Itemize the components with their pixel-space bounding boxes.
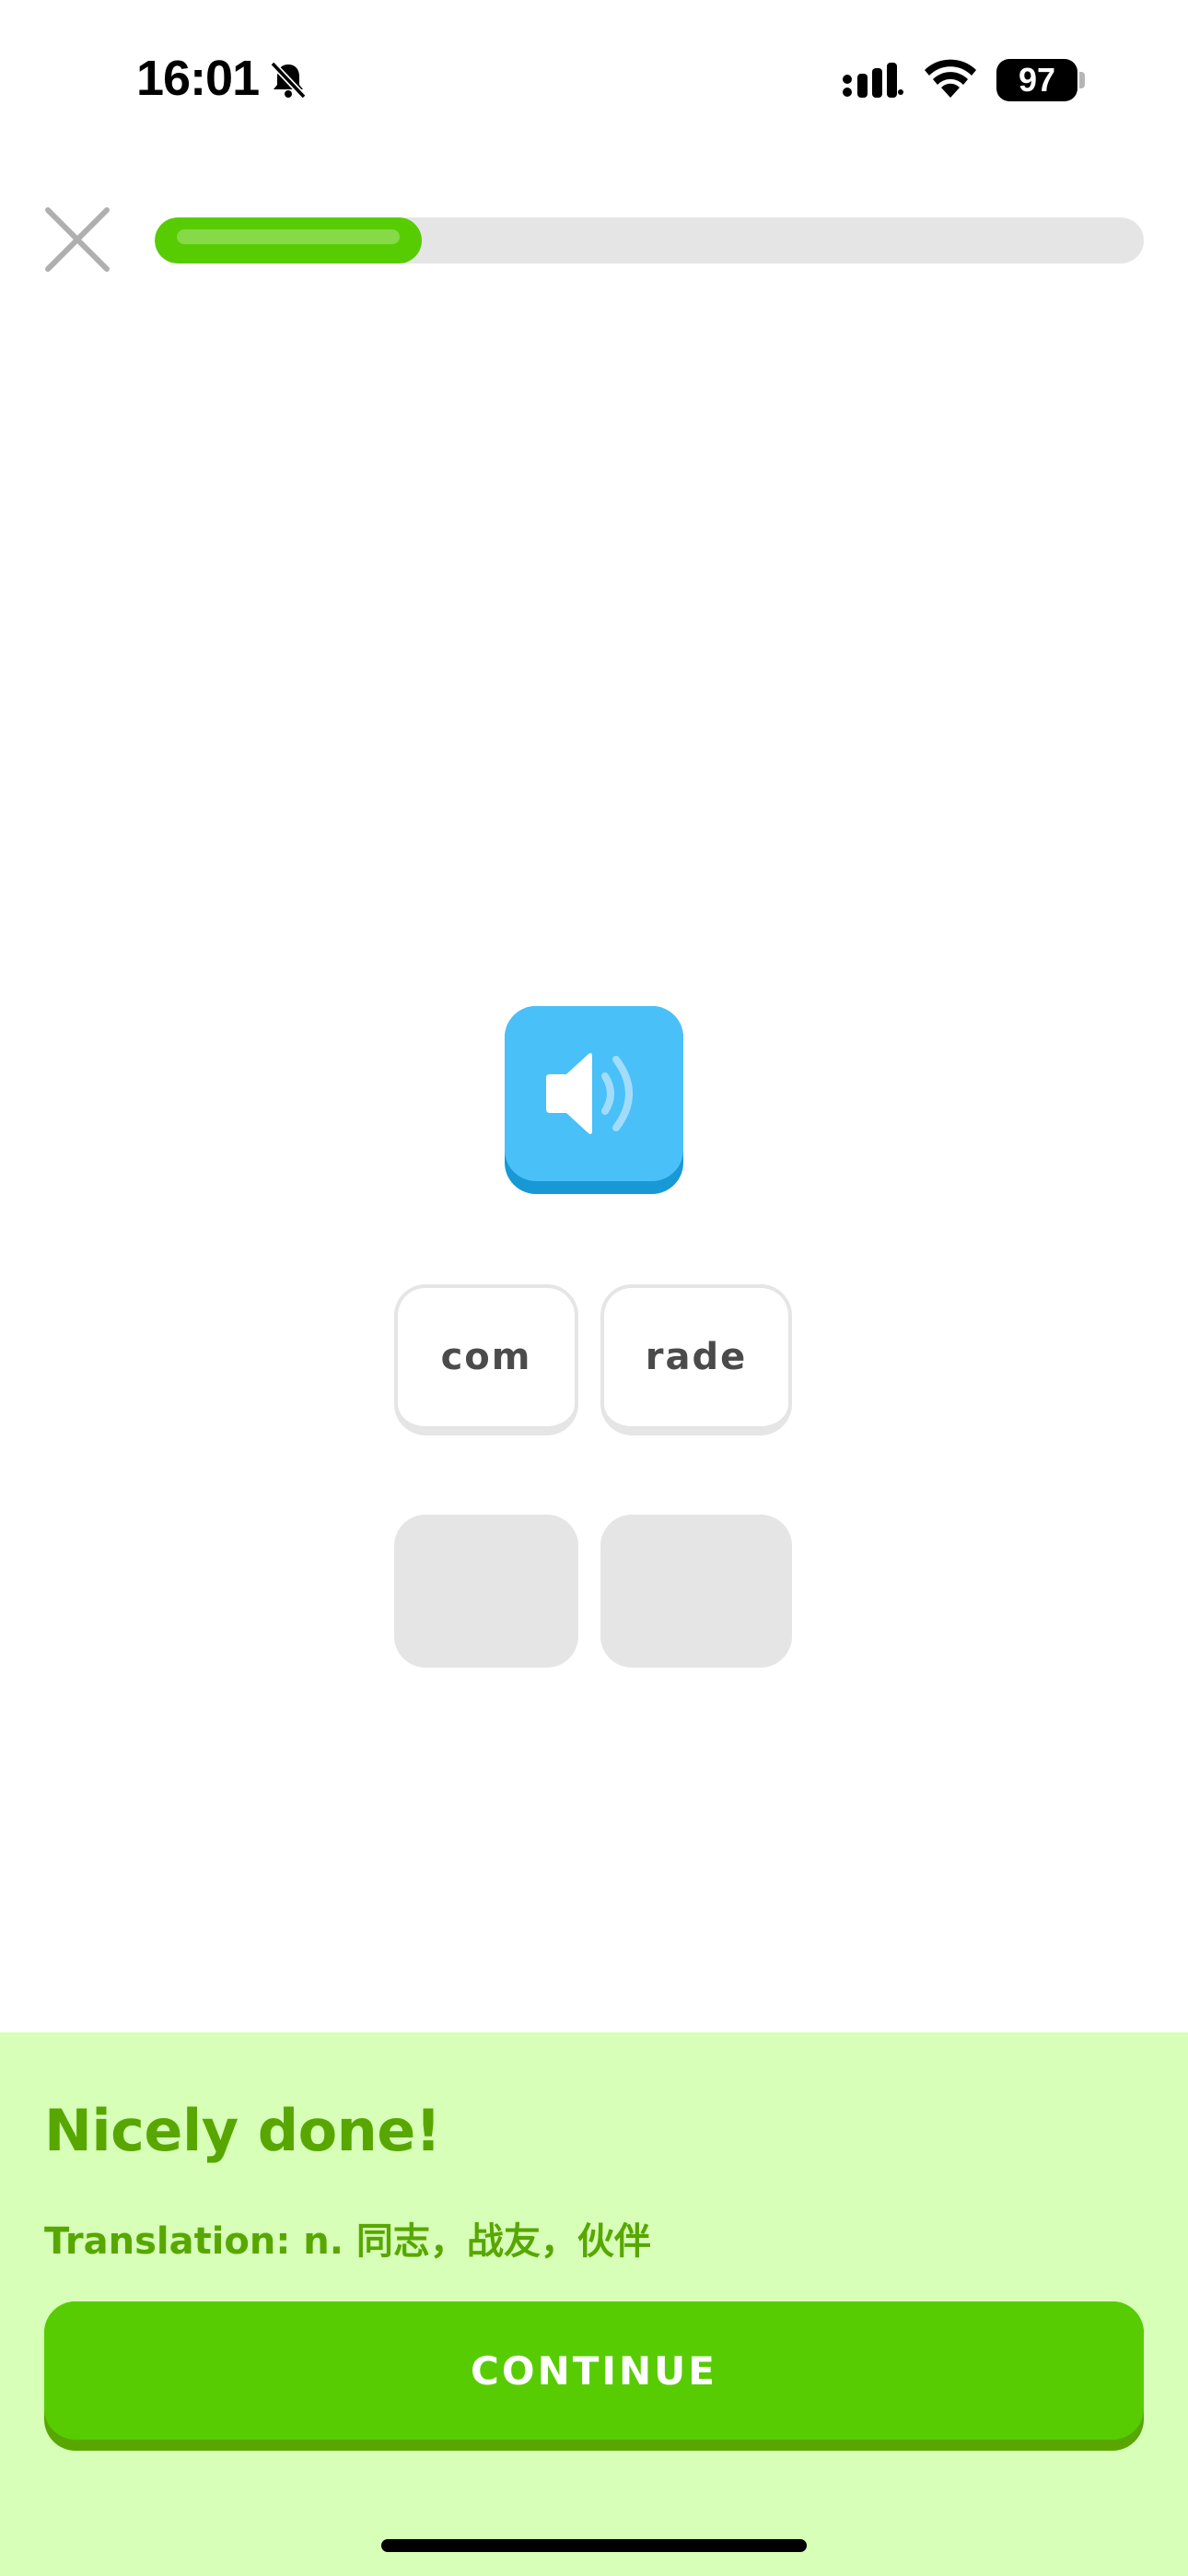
word-tile-rade[interactable]: rade bbox=[600, 1284, 792, 1435]
battery-nub bbox=[1079, 72, 1085, 88]
feedback-translation: Translation: n. 同志，战友，伙伴 bbox=[44, 2220, 651, 2263]
bell-off-icon bbox=[270, 61, 307, 100]
continue-button[interactable]: CONTINUE bbox=[44, 2301, 1144, 2451]
answer-slot bbox=[394, 1515, 578, 1668]
battery-icon: 97 bbox=[996, 59, 1077, 101]
lesson-progress-fill bbox=[155, 217, 422, 263]
feedback-sheet: Nicely done! Translation: n. 同志，战友，伙伴 CO… bbox=[0, 2032, 1188, 2576]
close-icon[interactable] bbox=[42, 205, 112, 275]
status-time: 16:01 bbox=[136, 51, 260, 106]
signal-icon bbox=[843, 63, 903, 98]
answer-slot bbox=[600, 1515, 792, 1668]
home-indicator[interactable] bbox=[381, 2539, 807, 2552]
lesson-screen: 16:01 97 com rade Nicely done! Translati… bbox=[0, 0, 1188, 2576]
audio-button-face bbox=[505, 1006, 683, 1181]
word-tile-com[interactable]: com bbox=[394, 1284, 578, 1435]
continue-button-label: CONTINUE bbox=[44, 2301, 1144, 2440]
lesson-progress-bar bbox=[155, 217, 1144, 263]
status-bar: 16:01 97 bbox=[0, 0, 1188, 157]
speaker-icon bbox=[546, 1053, 633, 1134]
wifi-icon bbox=[925, 59, 976, 98]
feedback-title: Nicely done! bbox=[44, 2097, 441, 2164]
play-audio-button[interactable] bbox=[505, 1006, 683, 1194]
progress-shine bbox=[177, 229, 400, 244]
